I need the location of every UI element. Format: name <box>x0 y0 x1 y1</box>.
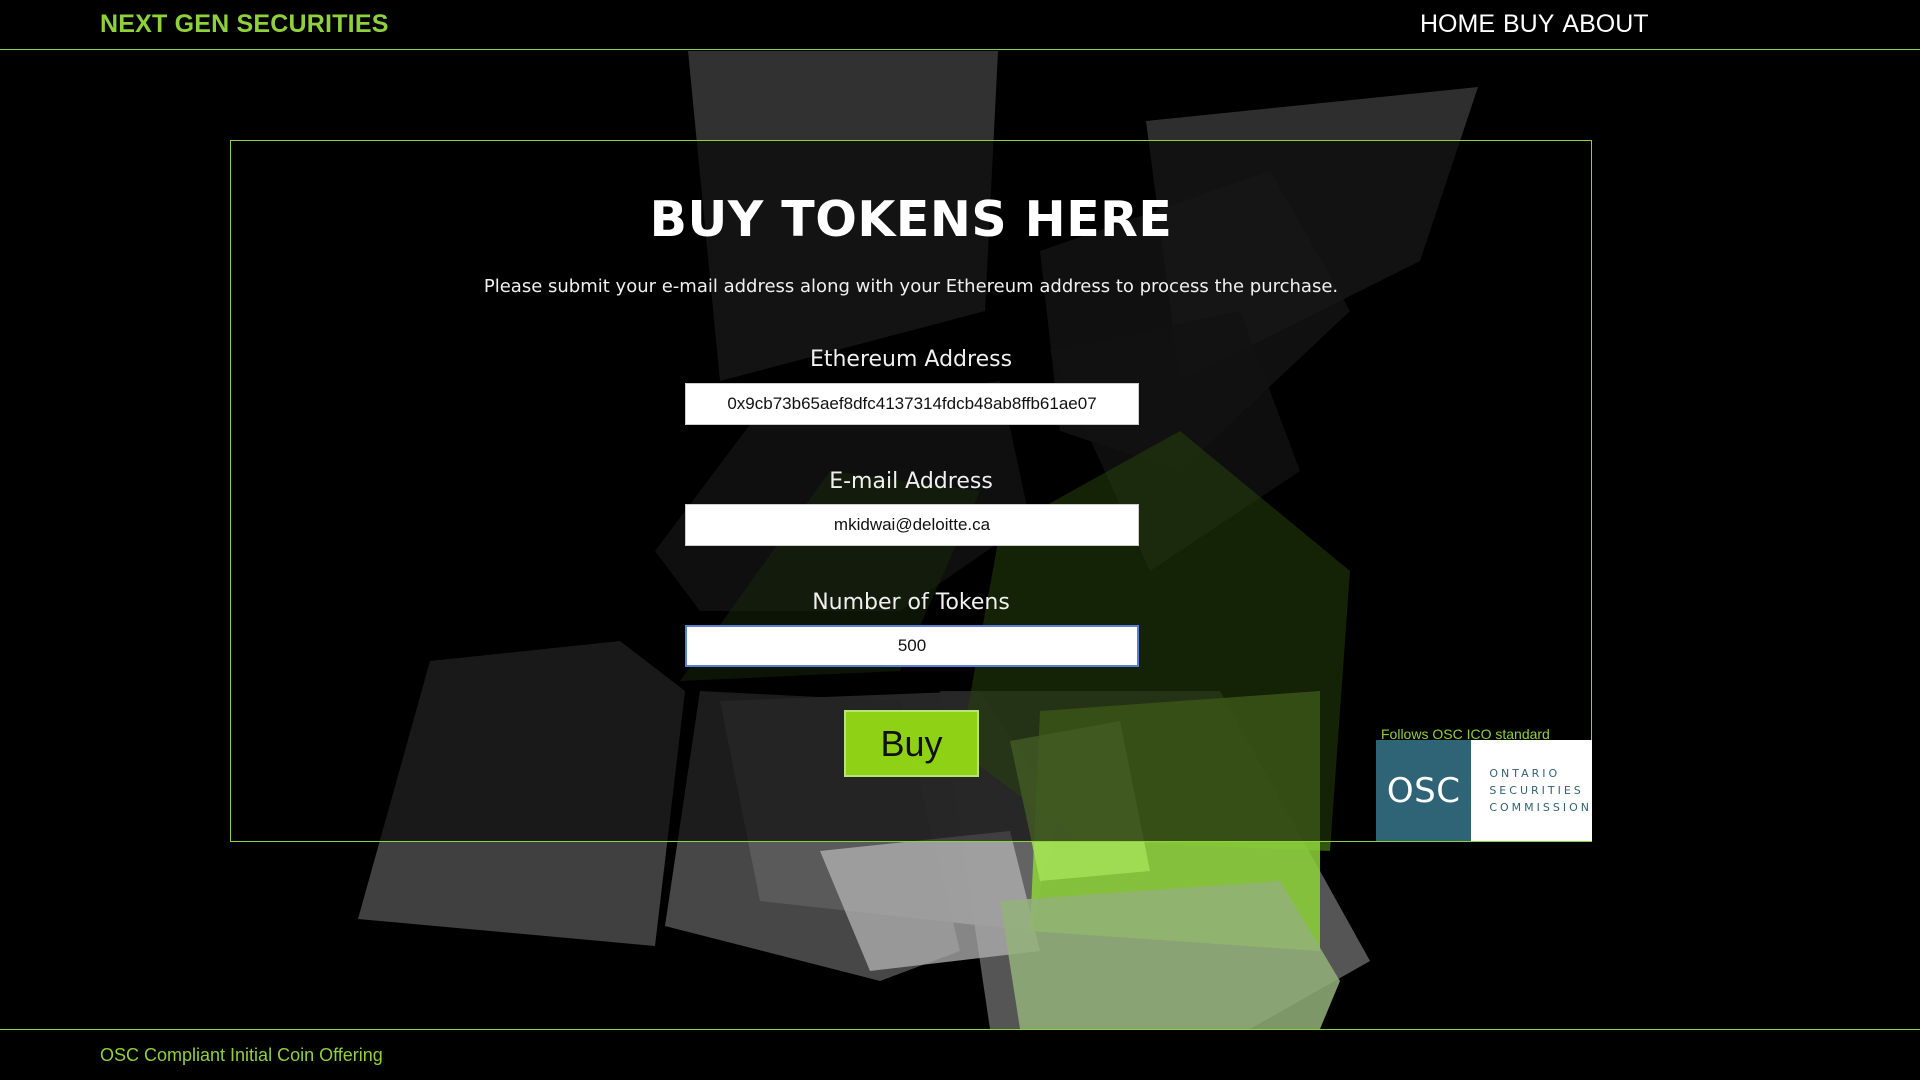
nav-home-link[interactable]: HOME <box>1420 10 1495 39</box>
footer-text: OSC Compliant Initial Coin Offering <box>100 1045 383 1065</box>
main-nav: HOME BUY ABOUT <box>1420 10 1649 39</box>
ethereum-address-input[interactable] <box>685 383 1139 425</box>
brand-logo-text[interactable]: NEXT GEN SECURITIES <box>100 10 389 39</box>
osc-logo-abbr: OSC <box>1376 740 1472 841</box>
footer-bar: OSC Compliant Initial Coin Offering <box>0 1029 1920 1080</box>
email-address-label: E-mail Address <box>829 469 993 494</box>
osc-logo-line-ontario: ONTARIO <box>1489 767 1561 780</box>
osc-logo-line-securities: SECURITIES <box>1489 784 1584 797</box>
number-of-tokens-label: Number of Tokens <box>812 590 1010 615</box>
number-of-tokens-input[interactable] <box>685 625 1139 667</box>
ethereum-address-label: Ethereum Address <box>809 347 1013 372</box>
nav-buy-link[interactable]: BUY <box>1503 10 1554 39</box>
osc-logo: OSC ONTARIO SECURITIES COMMISSION <box>1376 740 1592 841</box>
osc-logo-wordmark: ONTARIO SECURITIES COMMISSION <box>1471 740 1592 841</box>
page-title: BUY TOKENS HERE <box>649 191 1173 248</box>
email-address-input[interactable] <box>685 504 1139 546</box>
buy-tokens-panel: BUY TOKENS HERE Please submit your e-mai… <box>230 140 1592 842</box>
top-navbar: NEXT GEN SECURITIES HOME BUY ABOUT <box>0 0 1920 50</box>
buy-button[interactable]: Buy <box>844 710 979 777</box>
nav-about-link[interactable]: ABOUT <box>1562 10 1648 39</box>
instructions-text: Please submit your e-mail address along … <box>483 276 1339 297</box>
osc-logo-line-commission: COMMISSION <box>1489 801 1592 814</box>
